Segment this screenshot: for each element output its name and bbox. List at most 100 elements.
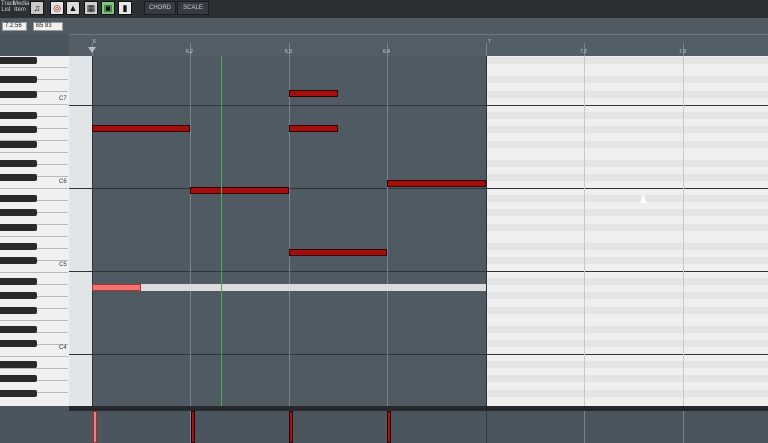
black-key[interactable]	[0, 278, 37, 285]
black-key[interactable]	[0, 141, 37, 148]
midi-note[interactable]	[289, 249, 387, 256]
snap-icon[interactable]: ▣	[101, 1, 115, 15]
chord-button[interactable]: CHORD	[144, 1, 176, 15]
white-key-divider	[0, 368, 68, 369]
white-key-divider	[0, 67, 68, 68]
octave-label-c7: C7	[59, 96, 67, 102]
black-key[interactable]	[0, 307, 37, 314]
lane-stripe	[486, 307, 768, 314]
info-bar: 7.2.56 B5 83	[0, 18, 768, 34]
lane-stripe	[486, 160, 768, 167]
white-key-divider	[0, 356, 68, 357]
black-key[interactable]	[0, 209, 37, 216]
lane-stripe	[486, 91, 768, 98]
midi-note[interactable]	[190, 187, 289, 194]
lane-stripe	[486, 141, 768, 148]
black-key[interactable]	[0, 112, 37, 119]
ruler-label-7: 7	[488, 39, 491, 45]
ruler-label-7-2: 7.2	[580, 49, 587, 55]
selected-pitch-row	[92, 284, 486, 291]
black-key[interactable]	[0, 361, 37, 368]
ruler-label-6: 6	[93, 39, 96, 45]
white-key-divider	[0, 272, 68, 273]
piano-icon[interactable]: ♫	[30, 1, 44, 15]
lane-stripe	[486, 126, 768, 133]
black-key[interactable]	[0, 243, 37, 250]
ruler-label-7-3: 7.3	[679, 49, 686, 55]
velocity-icon[interactable]: ▮	[118, 1, 132, 15]
midi-note-selected[interactable]	[92, 284, 141, 291]
lane-stripe	[486, 57, 768, 64]
lane-stripe	[486, 243, 768, 250]
beat-line	[683, 56, 684, 406]
edit-cursor-line	[221, 56, 222, 406]
ruler-label-6-3: 6.3	[285, 49, 292, 55]
scale-button[interactable]: SCALE	[177, 1, 209, 15]
record-icon[interactable]: ◎	[50, 1, 64, 15]
octave-line	[69, 105, 768, 106]
lane-stripe	[486, 340, 768, 347]
media-item-button[interactable]: Media Item	[13, 1, 29, 13]
black-key[interactable]	[0, 174, 37, 181]
lane-stripe	[486, 361, 768, 368]
velocity-bar[interactable]	[387, 411, 391, 443]
bar-line	[486, 56, 487, 406]
black-key[interactable]	[0, 292, 37, 299]
beat-line	[387, 56, 388, 406]
midi-note[interactable]	[289, 90, 338, 97]
velocity-bar-selected[interactable]	[93, 411, 97, 443]
lane-stripe	[486, 224, 768, 231]
white-key-divider	[0, 188, 68, 189]
lane-stripe	[486, 174, 768, 181]
velocity-bar[interactable]	[289, 411, 293, 443]
black-key[interactable]	[0, 126, 37, 133]
grid-icon[interactable]: ▦	[84, 1, 98, 15]
lane-stripe	[486, 292, 768, 299]
black-key[interactable]	[0, 257, 37, 264]
black-key[interactable]	[0, 57, 37, 64]
octave-line	[69, 354, 768, 355]
toolbar: Track List Media Item ♫ ◎ ▲ ▦ ▣ ▮ CHORD …	[0, 0, 768, 19]
midi-note[interactable]	[92, 125, 190, 132]
piano-keyboard[interactable]: C7 C6 C5 C4	[0, 56, 70, 406]
octave-line	[69, 188, 768, 189]
black-key[interactable]	[0, 76, 37, 83]
mouse-pointer-icon	[640, 194, 647, 203]
black-key[interactable]	[0, 375, 37, 382]
beat-line	[683, 411, 684, 443]
black-key[interactable]	[0, 91, 37, 98]
beat-line	[92, 56, 93, 406]
black-key[interactable]	[0, 224, 37, 231]
octave-label-c5: C5	[59, 262, 67, 268]
lane-stripe	[486, 76, 768, 83]
track-list-button[interactable]: Track List	[1, 1, 16, 13]
white-key-divider	[0, 152, 68, 153]
midi-note[interactable]	[289, 125, 338, 132]
lane-stripe	[486, 257, 768, 264]
white-key-divider	[0, 236, 68, 237]
black-key[interactable]	[0, 390, 37, 397]
bar-line	[486, 411, 487, 443]
position-readout: 7.2.56	[2, 22, 27, 31]
black-key[interactable]	[0, 340, 37, 347]
playhead-marker[interactable]	[88, 47, 96, 53]
ruler-label-6-4: 6.4	[383, 49, 390, 55]
velocity-lane[interactable]	[69, 411, 768, 443]
midi-note[interactable]	[387, 180, 486, 187]
lane-stripe	[486, 112, 768, 119]
black-key[interactable]	[0, 326, 37, 333]
note-readout: B5 83	[33, 22, 63, 31]
lane-stripe	[486, 326, 768, 333]
octave-label-c4: C4	[59, 345, 67, 351]
timeline-ruler[interactable]: 6 6.2 6.3 6.4 7 7.2 7.3	[69, 34, 768, 57]
lane-stripe	[486, 195, 768, 202]
black-key[interactable]	[0, 195, 37, 202]
lane-stripe	[486, 278, 768, 285]
tool-icon[interactable]: ▲	[66, 1, 80, 15]
piano-roll-grid[interactable]	[69, 56, 768, 406]
octave-line	[69, 271, 768, 272]
black-key[interactable]	[0, 160, 37, 167]
beat-line	[190, 56, 191, 406]
velocity-bar[interactable]	[191, 411, 195, 443]
beat-line	[584, 411, 585, 443]
